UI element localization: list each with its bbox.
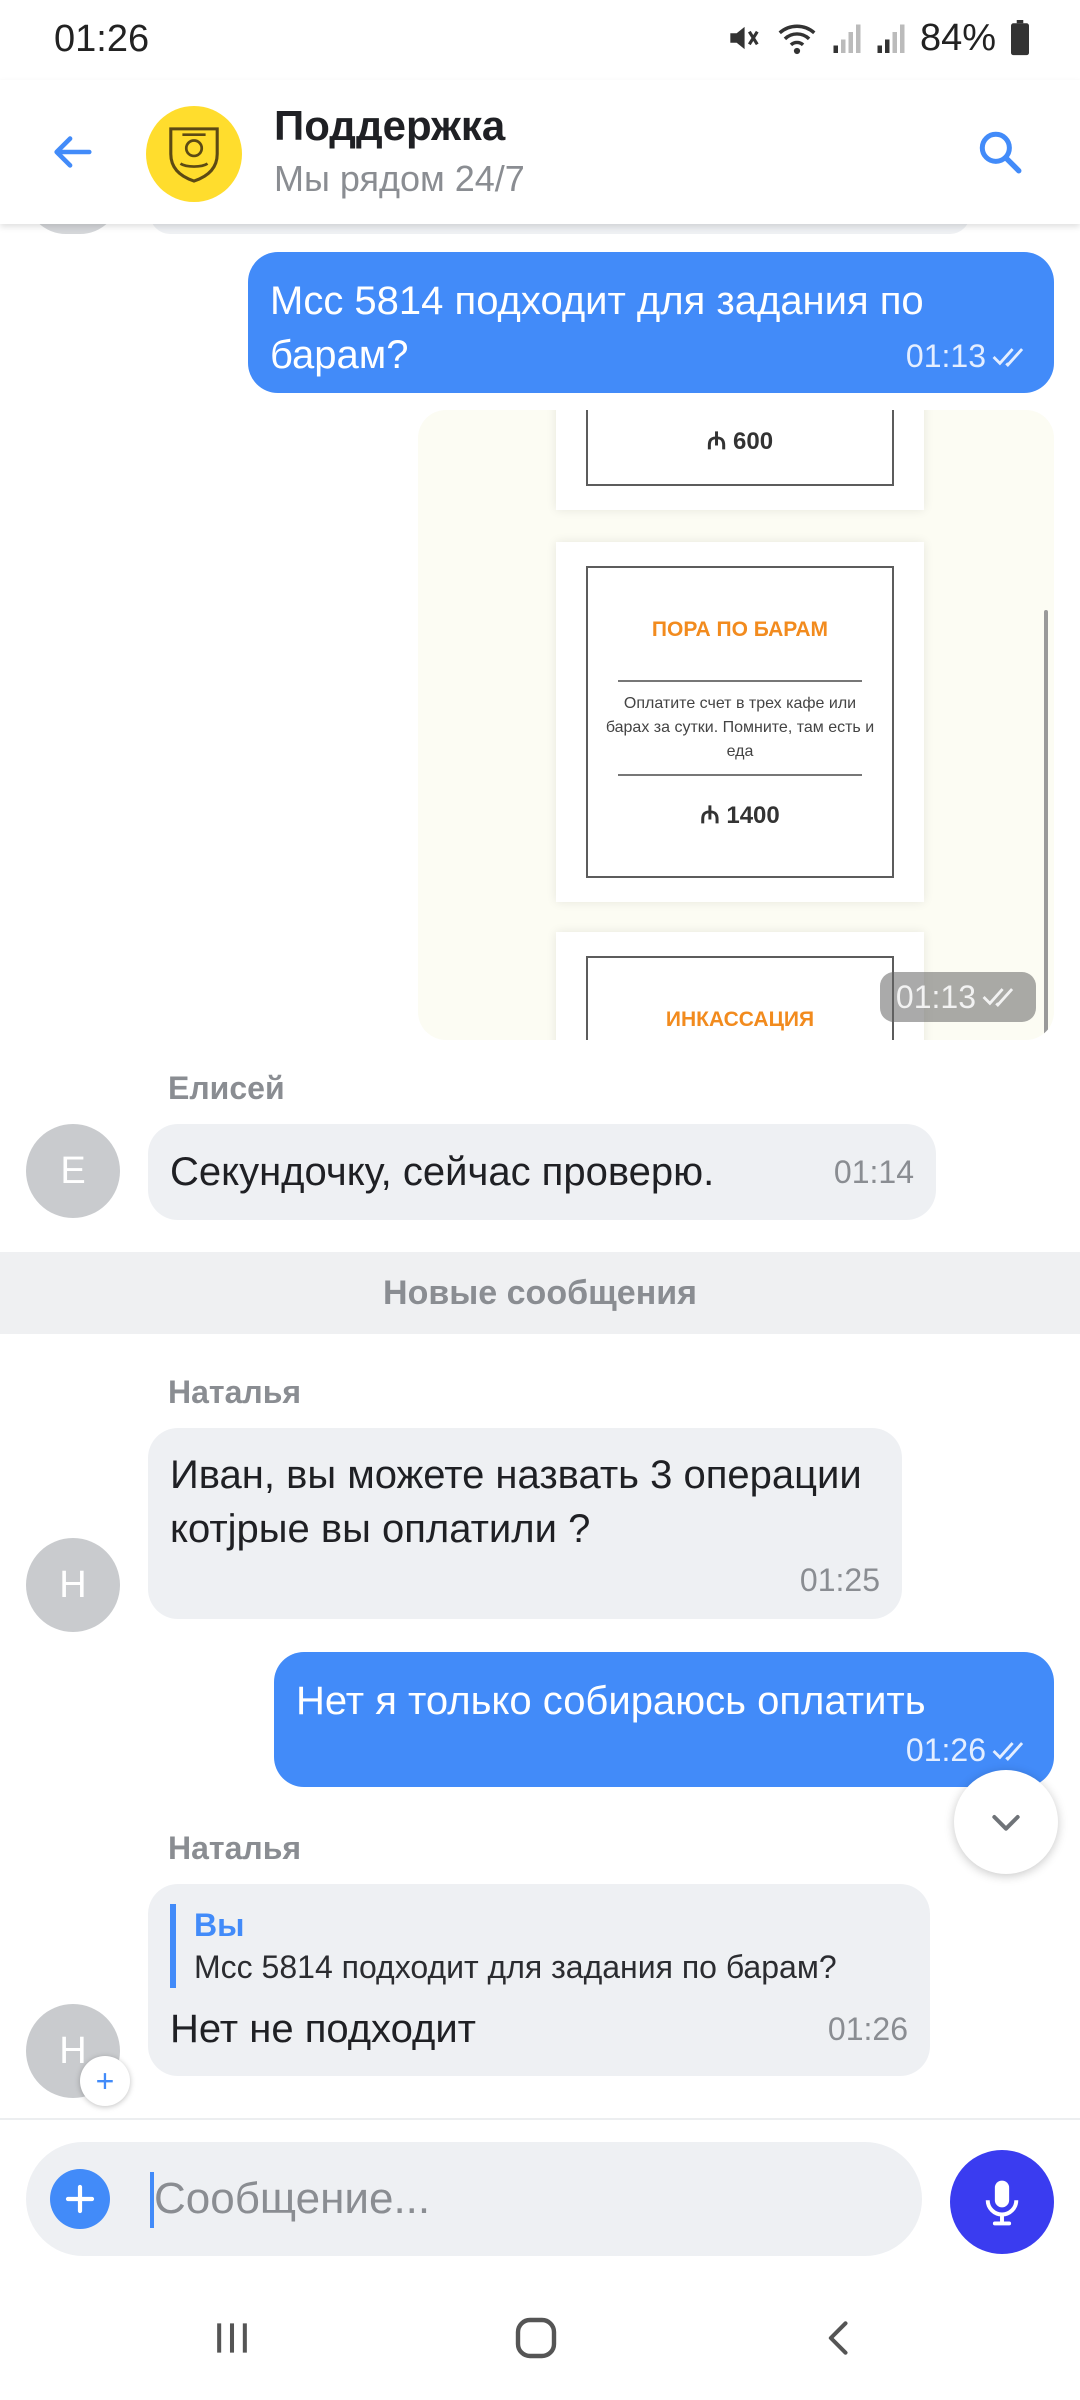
message-time: 01:26	[827, 2010, 908, 2047]
outgoing-message[interactable]: Нет я только собираюсь оплатить 01:26	[274, 1652, 1054, 1787]
image-card-frame: ПОРА ПО БАРАМ Оплатите счет в трех кафе …	[586, 566, 894, 878]
system-nav-bar	[0, 2278, 1080, 2400]
divider	[618, 680, 862, 682]
divider	[618, 774, 862, 776]
image-card: ПОРА ПО БАРАМ Оплатите счет в трех кафе …	[556, 542, 924, 902]
reply-author: Вы	[194, 1907, 245, 1943]
message-time: 01:13	[905, 338, 986, 374]
image-scrollbar	[1044, 610, 1048, 1040]
sender-name: Наталья	[168, 1374, 302, 1410]
recent-apps-icon	[217, 2323, 247, 2353]
message-time: 01:25	[799, 1562, 880, 1598]
image-card-frame: ИНКАССАЦИЯ	[586, 956, 894, 1040]
reply-text: Mcc 5814 подходит для задания по барам?	[194, 1949, 837, 1985]
new-messages-divider: Новые сообщения	[0, 1252, 1080, 1334]
sender-name: Елисей	[168, 1070, 285, 1106]
bank-logo-avatar[interactable]	[146, 106, 242, 202]
home-icon	[515, 2317, 557, 2359]
message-composer	[0, 2118, 1080, 2278]
avatar[interactable]: Н	[26, 1538, 120, 1632]
card-description: Оплатите счет в трех кафе или барах за с…	[605, 695, 875, 760]
double-check-icon	[992, 347, 1024, 367]
message-text: Нет не подходит	[170, 2007, 476, 2051]
plus-icon	[65, 2184, 95, 2214]
status-bar: 01:26 84%	[0, 0, 1080, 80]
chat-title: Поддержка	[274, 102, 506, 149]
message-row: Нет не подходит 01:26	[170, 2002, 908, 2056]
card-price: ₼ 1400	[700, 802, 780, 829]
chat-header: Поддержка Мы рядом 24/7	[0, 80, 1080, 224]
attach-button[interactable]	[50, 2169, 110, 2229]
sender-name: Наталья	[168, 1830, 302, 1866]
nav-back-button[interactable]	[800, 2308, 880, 2368]
image-time: 01:13	[879, 972, 1036, 1022]
double-check-icon	[992, 1741, 1024, 1761]
back-icon	[828, 2321, 848, 2355]
image-card-frame: ₼ 600	[586, 410, 894, 486]
card-title: ИНКАССАЦИЯ	[665, 1008, 815, 1031]
incoming-message[interactable]: Секундочку, сейчас проверю. 01:14	[148, 1124, 936, 1220]
message-time: 01:14	[833, 1153, 914, 1190]
card-title: ПОРА ПО БАРАМ	[651, 618, 829, 641]
incoming-message[interactable]: Иван, вы можете назвать 3 операции котјр…	[148, 1428, 902, 1619]
double-check-icon	[982, 988, 1014, 1007]
card-price: ₼ 600	[706, 428, 774, 455]
image-card: ИНКАССАЦИЯ	[556, 932, 924, 1040]
home-button[interactable]	[496, 2308, 576, 2368]
status-icons: 84%	[724, 16, 1030, 60]
chat-subtitle: Мы рядом 24/7	[274, 158, 525, 199]
search-button[interactable]	[968, 120, 1032, 184]
microphone-button[interactable]	[950, 2150, 1054, 2254]
microphone-icon	[985, 2180, 1019, 2226]
signal-icon	[833, 24, 861, 53]
wifi-icon	[778, 24, 816, 55]
message-text: Иван, вы можете назвать 3 операции котјр…	[170, 1453, 862, 1551]
message-bubble-partial	[150, 224, 970, 234]
battery-percent: 84%	[919, 16, 996, 59]
message-text: Нет я только собираюсь оплатить	[296, 1679, 926, 1723]
back-arrow-icon	[54, 136, 92, 168]
message-input[interactable]	[154, 2164, 894, 2234]
shield-logo-icon	[169, 127, 219, 183]
message-field[interactable]	[26, 2142, 922, 2256]
back-button[interactable]	[42, 122, 102, 182]
recent-apps-button[interactable]	[192, 2308, 272, 2368]
search-icon	[979, 131, 1022, 174]
outgoing-message[interactable]: Mcc 5814 подходит для задания по барам? …	[248, 252, 1054, 393]
add-badge-icon[interactable]: +	[80, 2056, 130, 2106]
image-card: ₼ 600	[556, 410, 924, 510]
incoming-message[interactable]: Вы Mcc 5814 подходит для задания по бара…	[148, 1884, 930, 2076]
avatar	[26, 224, 120, 234]
reply-quote[interactable]: Вы Mcc 5814 подходит для задания по бара…	[170, 1904, 908, 1988]
avatar[interactable]: Е	[26, 1124, 120, 1218]
message-time: 01:26	[905, 1732, 986, 1768]
battery-icon	[1011, 20, 1029, 56]
status-time: 01:26	[54, 18, 150, 60]
chat-messages[interactable]: Mcc 5814 подходит для задания по барам? …	[0, 224, 1080, 2118]
chevron-down-icon	[992, 1815, 1020, 1831]
signal-icon	[877, 24, 905, 53]
message-text: Секундочку, сейчас проверю.	[170, 1150, 715, 1194]
mute-icon	[730, 26, 759, 50]
scroll-down-button[interactable]	[954, 1770, 1058, 1874]
image-message[interactable]: ₼ 600 ПОРА ПО БАРАМ Оплатите счет в трех…	[418, 410, 1054, 1040]
message-meta: 01:26	[296, 1732, 1030, 1769]
